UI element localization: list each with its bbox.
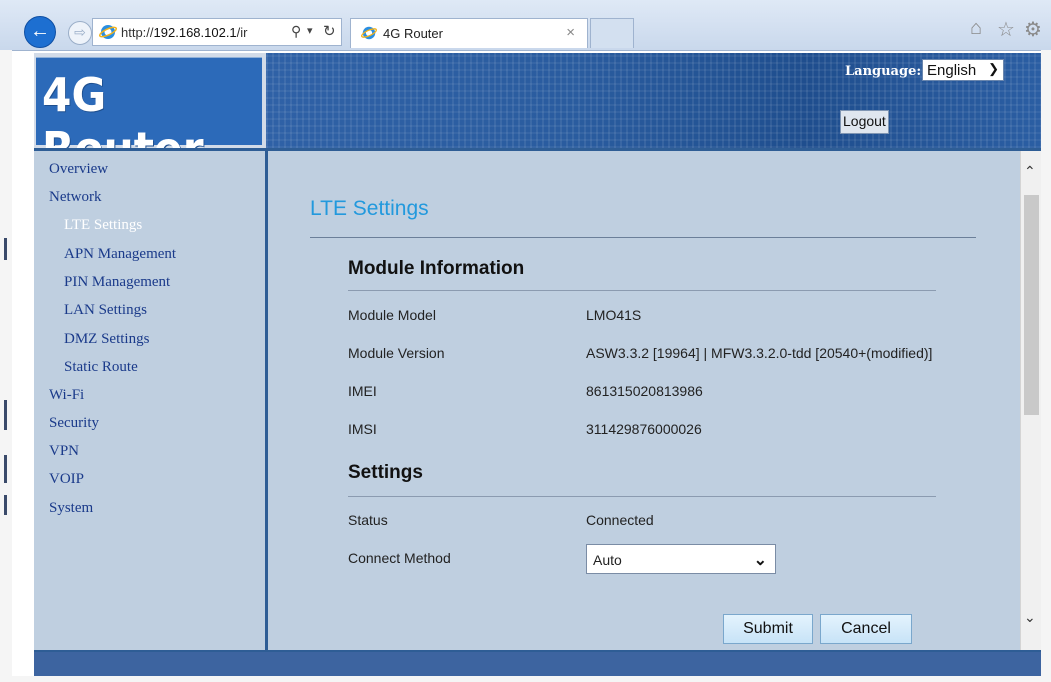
window-left-edge	[0, 50, 12, 682]
module-version-value: ASW3.3.2 [19964] | MFW3.3.2.0-tdd [20540…	[586, 345, 933, 361]
sidebar-item-static-route[interactable]: Static Route	[64, 359, 138, 376]
imsi-value: 311429876000026	[586, 421, 702, 437]
vertical-scrollbar[interactable]: ⌃ ⌄	[1020, 151, 1041, 650]
settings-heading: Settings	[348, 462, 423, 483]
section-divider	[348, 496, 936, 497]
sidebar-item-lan-settings[interactable]: LAN Settings	[64, 302, 147, 319]
browser-tab[interactable]: 4G Router ×	[350, 18, 588, 48]
scroll-down-icon[interactable]: ⌄	[1024, 609, 1036, 626]
sidebar-item-system[interactable]: System	[49, 500, 93, 517]
sidebar-item-dmz-settings[interactable]: DMZ Settings	[64, 331, 149, 348]
refresh-icon[interactable]: ↻	[323, 22, 336, 40]
window-bottom-edge	[0, 676, 1051, 682]
module-model-value: LMO41S	[586, 307, 642, 323]
sidebar-item-vpn[interactable]: VPN	[49, 443, 79, 460]
module-information-heading: Module Information	[348, 258, 525, 279]
scrollbar-thumb[interactable]	[1024, 195, 1039, 415]
forward-arrow-icon[interactable]: ⇨	[68, 21, 92, 45]
edge-mark	[4, 455, 7, 483]
module-version-label: Module Version	[348, 345, 445, 361]
connect-method-select[interactable]: Auto ⌄	[586, 544, 776, 574]
language-select-value: English	[927, 62, 977, 79]
edge-mark	[4, 495, 7, 515]
chevron-down-icon: ❯	[988, 61, 999, 76]
scroll-up-icon[interactable]: ⌃	[1024, 163, 1036, 180]
imei-value: 861315020813986	[586, 383, 703, 399]
edge-mark	[4, 238, 7, 260]
sidebar-nav: Overview Network LTE Settings APN Manage…	[34, 151, 265, 650]
star-icon[interactable]: ☆	[997, 17, 1015, 42]
connect-method-label: Connect Method	[348, 550, 451, 566]
window-right-edge	[1041, 50, 1051, 682]
page-header: 4G Router Language: English ❯ Logout	[34, 53, 1041, 176]
ie-logo-icon	[99, 25, 117, 39]
section-divider	[348, 290, 936, 291]
sidebar-item-network[interactable]: Network	[49, 189, 102, 206]
sidebar-item-lte-settings[interactable]: LTE Settings	[64, 217, 142, 234]
connect-method-value: Auto	[593, 552, 622, 568]
ie-logo-icon	[361, 26, 377, 40]
submit-button[interactable]: Submit	[723, 614, 813, 644]
imsi-label: IMSI	[348, 421, 377, 437]
gear-icon[interactable]: ⚙	[1024, 17, 1042, 42]
language-select[interactable]: English ❯	[922, 59, 1004, 81]
edge-mark	[4, 400, 7, 430]
status-value: Connected	[586, 512, 654, 528]
language-label: Language:	[845, 64, 922, 79]
cancel-button[interactable]: Cancel	[820, 614, 912, 644]
logout-button[interactable]: Logout	[840, 110, 889, 134]
status-label: Status	[348, 512, 388, 528]
chevron-down-icon[interactable]: ▾	[307, 24, 313, 37]
search-icon[interactable]: ⚲	[291, 23, 301, 40]
address-bar[interactable]: http://192.168.102.1/ir ⚲ ▾ ↻	[92, 18, 342, 46]
close-icon[interactable]: ×	[566, 24, 575, 41]
sidebar-item-overview[interactable]: Overview	[49, 161, 108, 178]
page-title: LTE Settings	[310, 197, 429, 220]
title-divider	[310, 237, 976, 238]
browser-toolbar: ← ⇨ http://192.168.102.1/ir ⚲ ▾ ↻ 4G Rou…	[0, 0, 1051, 51]
home-icon[interactable]: ⌂	[970, 17, 982, 40]
sidebar-item-pin-management[interactable]: PIN Management	[64, 274, 170, 291]
logo-panel: 4G Router	[34, 53, 266, 176]
sidebar-item-security[interactable]: Security	[49, 415, 99, 432]
tab-title: 4G Router	[383, 26, 443, 41]
footer-divider	[34, 650, 1041, 652]
back-arrow-icon[interactable]: ←	[24, 16, 56, 48]
module-model-label: Module Model	[348, 307, 436, 323]
chevron-down-icon: ⌄	[753, 552, 767, 569]
header-banner: Language: English ❯ Logout	[266, 53, 1041, 148]
imei-label: IMEI	[348, 383, 377, 399]
logo-background: 4G Router	[36, 57, 262, 176]
url-text: http://192.168.102.1/ir	[121, 25, 248, 40]
sidebar-item-voip[interactable]: VOIP	[49, 471, 84, 488]
router-page: 4G Router Language: English ❯ Logout Ove…	[34, 53, 1041, 676]
sidebar-item-wifi[interactable]: Wi-Fi	[49, 387, 84, 404]
sidebar-item-apn-management[interactable]: APN Management	[64, 246, 176, 263]
new-tab-button[interactable]	[590, 18, 634, 48]
page-footer	[34, 650, 1041, 676]
main-content: LTE Settings Module Information Module M…	[268, 151, 1020, 650]
